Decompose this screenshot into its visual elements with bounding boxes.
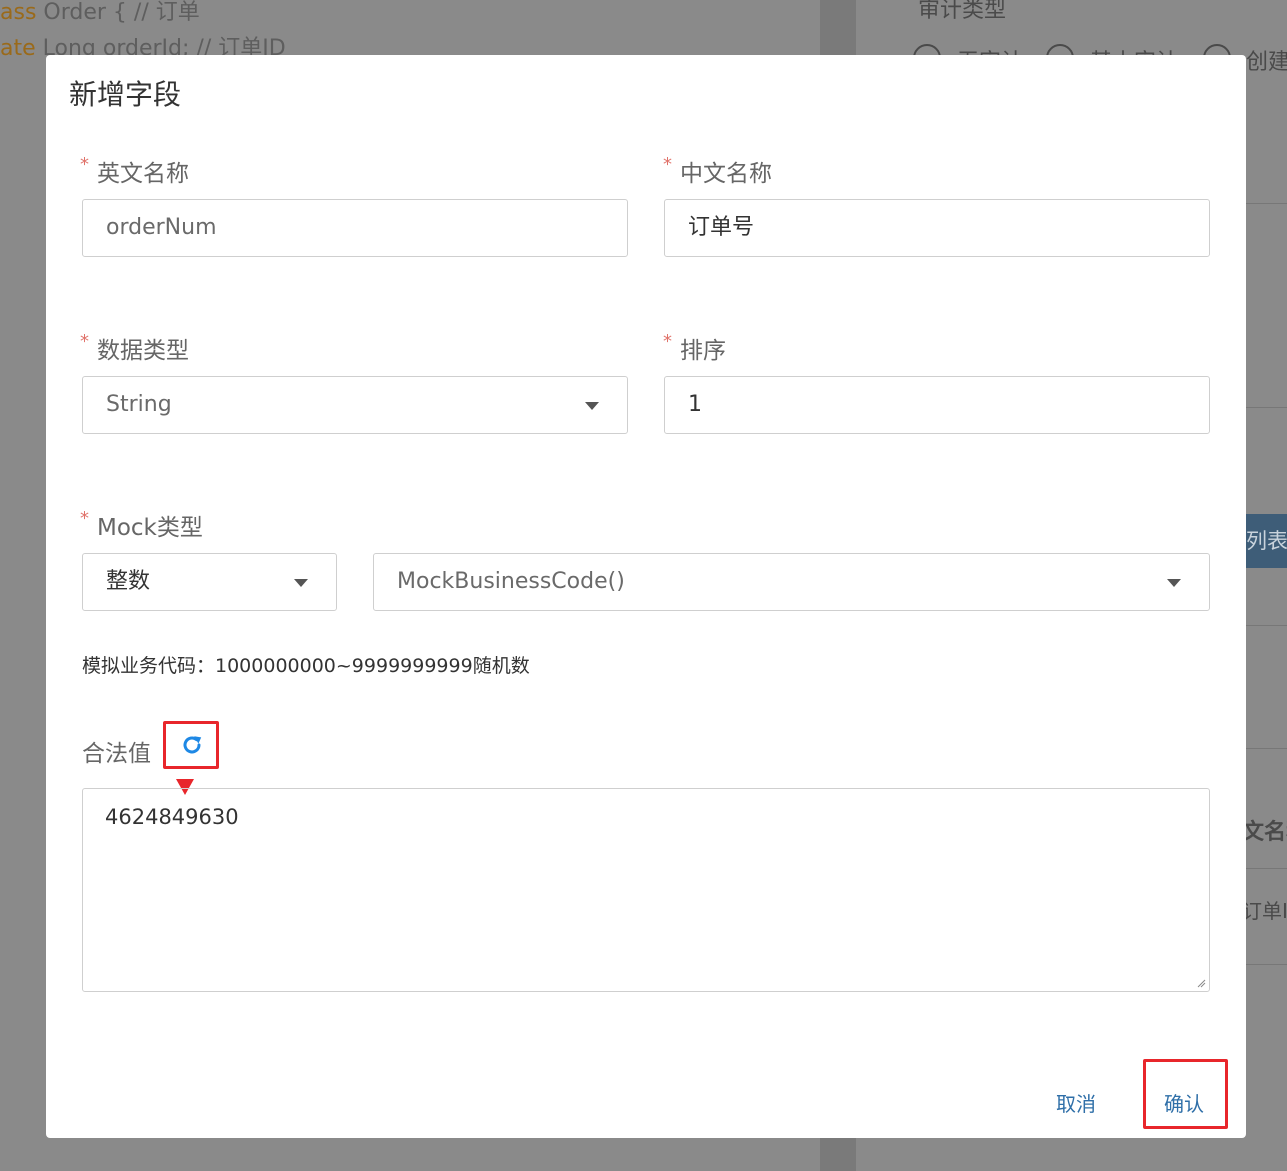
background-radio-label: 创建 <box>1246 50 1287 75</box>
required-mark: * <box>80 154 89 175</box>
highlight-box <box>163 721 219 769</box>
chevron-down-icon <box>585 402 599 410</box>
data-type-selected-value: String <box>106 392 172 417</box>
chevron-down-icon <box>1167 579 1181 587</box>
data-type-label: * 数据类型 <box>80 331 189 365</box>
required-mark: * <box>80 508 89 529</box>
required-mark: * <box>663 154 672 175</box>
data-type-label-text: 数据类型 <box>97 338 189 364</box>
refresh-icon[interactable] <box>180 733 204 757</box>
add-field-dialog: 新增字段 * 英文名称 orderNum * 中文名称 订单号 * 数据类型 Stri… <box>46 55 1246 1138</box>
required-mark: * <box>80 331 89 352</box>
sort-label-text: 排序 <box>680 338 726 364</box>
background-divider <box>1246 625 1287 626</box>
cancel-button[interactable]: 取消 <box>1056 1088 1096 1117</box>
mock-type-label-text: Mock类型 <box>97 515 203 541</box>
code-text: Order { // 订单 <box>36 0 200 25</box>
required-mark: * <box>663 331 672 352</box>
mock-function-select[interactable]: MockBusinessCode() <box>373 553 1210 611</box>
background-table-cell: 订单ID <box>1242 899 1287 923</box>
sort-label: * 排序 <box>663 331 726 365</box>
code-keyword: ate <box>0 36 36 61</box>
mock-type-label: * Mock类型 <box>80 508 203 542</box>
background-audit-heading: 审计类型 <box>918 0 1007 23</box>
chinese-name-input[interactable]: 订单号 <box>664 199 1210 257</box>
mock-function-selected-value: MockBusinessCode() <box>397 569 625 594</box>
mock-category-select[interactable]: 整数 <box>82 553 337 611</box>
background-divider <box>1246 748 1287 749</box>
dialog-title: 新增字段 <box>69 78 182 111</box>
chinese-name-label-text: 中文名称 <box>680 161 772 187</box>
chinese-name-label: * 中文名称 <box>663 154 772 188</box>
chevron-down-icon <box>294 579 308 587</box>
english-name-input[interactable]: orderNum <box>82 199 628 257</box>
resize-handle-icon[interactable] <box>1196 978 1206 988</box>
english-name-label: * 英文名称 <box>80 154 189 188</box>
background-divider <box>1246 868 1287 869</box>
background-code-line: ass Order { // 订单 <box>0 0 200 26</box>
legal-value-label: 合法值 <box>82 741 151 767</box>
background-divider <box>1246 964 1287 965</box>
background-column-header: 文名称 <box>1242 820 1287 845</box>
legal-value-text: 4624849630 <box>105 805 239 829</box>
confirm-button[interactable]: 确认 <box>1164 1088 1204 1117</box>
background-list-button-label: 列表 <box>1246 529 1287 553</box>
background-divider <box>1246 407 1287 408</box>
mock-description-hint: 模拟业务代码：1000000000~9999999999随机数 <box>82 655 530 677</box>
background-divider <box>1246 203 1287 204</box>
mock-category-selected-value: 整数 <box>106 569 151 594</box>
data-type-select[interactable]: String <box>82 376 628 434</box>
sort-input[interactable]: 1 <box>664 376 1210 434</box>
code-keyword: ass <box>0 0 37 25</box>
legal-value-textarea[interactable]: 4624849630 <box>82 788 1210 992</box>
background-list-button: 列表 <box>1246 514 1287 568</box>
english-name-label-text: 英文名称 <box>97 161 189 187</box>
